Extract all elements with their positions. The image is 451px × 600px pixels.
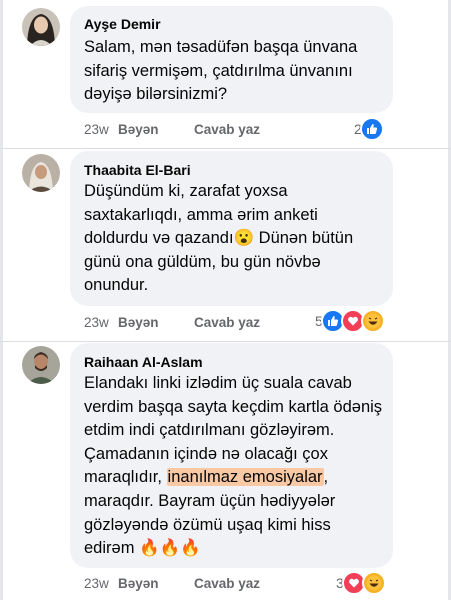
like-button[interactable]: Bəyən (118, 315, 159, 330)
comment-text: Düşündüm ki, zarafat yoxsa saxtakarlıqdı… (84, 180, 384, 298)
haha-reaction-icon (360, 309, 385, 333)
comment-text: Salam, mən təsadüfən başqa ünvana sifari… (84, 38, 358, 104)
avatar[interactable] (22, 346, 60, 384)
reply-button[interactable]: Cavab yaz (194, 315, 260, 330)
comment-author[interactable]: Ayşe Demir (84, 16, 161, 32)
avatar[interactable] (22, 8, 60, 46)
comment-time[interactable]: 23w (84, 576, 109, 591)
like-button[interactable]: Bəyən (118, 576, 159, 591)
avatar-photo (22, 154, 60, 192)
frame-left-border (0, 0, 3, 600)
like-button[interactable]: Bəyən (118, 122, 159, 137)
comment-time[interactable]: 23w (84, 122, 109, 137)
comment-bubble: Raihaan Al-Aslam Elandakı linki izlədim … (70, 343, 393, 568)
highlighted-text: inanılmaz emosiyalar (166, 468, 324, 487)
reactions-summary[interactable]: 2 (354, 117, 384, 141)
like-reaction-icon (359, 117, 384, 141)
comment-author[interactable]: Thaabita El-Bari (84, 162, 191, 178)
reply-button[interactable]: Cavab yaz (194, 122, 260, 137)
fire-emoji-icon: 🔥🔥🔥 (139, 539, 201, 558)
comment-bubble: Thaabita El-Bari Düşündüm ki, zarafat yo… (70, 151, 393, 306)
comment-text: Elandakı linki izlədim üç suala cavab ve… (84, 372, 384, 561)
astonished-emoji-icon: 😮 (233, 229, 255, 248)
comment-bubble: Ayşe Demir Salam, mən təsadüfən başqa ün… (70, 6, 393, 113)
comment-separator (0, 148, 451, 149)
avatar[interactable] (22, 154, 60, 192)
reactions-summary[interactable]: 3 (336, 571, 386, 595)
comment-author[interactable]: Raihaan Al-Aslam (84, 354, 203, 370)
reply-button[interactable]: Cavab yaz (194, 576, 260, 591)
avatar-photo (22, 8, 60, 46)
avatar-photo (22, 346, 60, 384)
haha-reaction-icon (361, 571, 386, 595)
comment-time[interactable]: 23w (84, 315, 109, 330)
reactions-summary[interactable]: 5 (315, 309, 385, 333)
comment-separator (0, 341, 451, 342)
